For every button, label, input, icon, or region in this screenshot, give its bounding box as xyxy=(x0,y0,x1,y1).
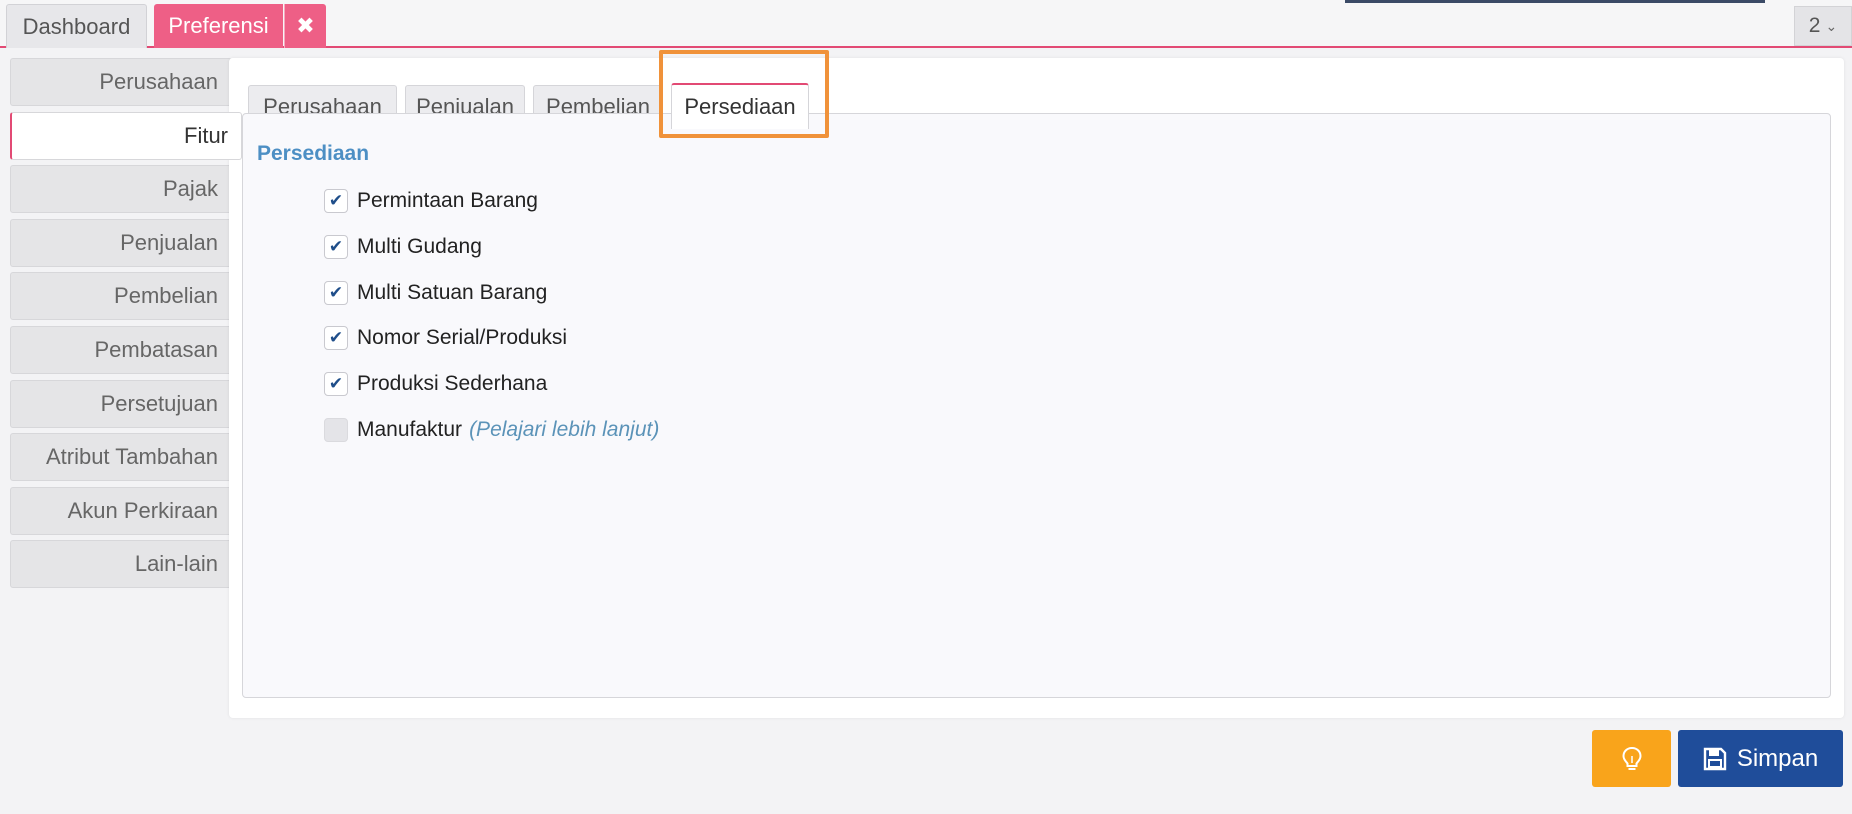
option-label: Permintaan Barang xyxy=(357,189,538,212)
sidebar-item-akun-perkiraan[interactable]: Akun Perkiraan xyxy=(10,486,232,535)
hint-button[interactable] xyxy=(1592,730,1671,787)
open-tabs-dropdown[interactable]: 2 ⌄ xyxy=(1794,6,1852,46)
persediaan-content: Persediaan ✔ Permintaan Barang ✔ Multi G… xyxy=(242,113,1831,698)
sidebar-item-persetujuan[interactable]: Persetujuan xyxy=(10,379,232,428)
sidebar-item-penjualan[interactable]: Penjualan xyxy=(10,218,232,267)
option-manufaktur[interactable]: Manufaktur (Pelajari lebih lanjut) xyxy=(324,415,659,445)
top-tab-bar: Dashboard Preferensi ✖ 2 ⌄ xyxy=(0,0,1852,48)
option-label: Multi Satuan Barang xyxy=(357,281,548,304)
chevron-down-icon: ⌄ xyxy=(1825,17,1838,34)
learn-more-link[interactable]: (Pelajari lebih lanjut) xyxy=(469,418,659,442)
checkbox-nomor-serial-produksi[interactable]: ✔ xyxy=(324,326,348,350)
preferences-sidebar: Perusahaan Fitur Pajak Penjualan Pembeli… xyxy=(10,58,242,594)
checkbox-multi-satuan-barang[interactable]: ✔ xyxy=(324,281,348,305)
sidebar-item-fitur[interactable]: Fitur xyxy=(10,111,242,160)
checkbox-multi-gudang[interactable]: ✔ xyxy=(324,235,348,259)
save-button[interactable]: Simpan xyxy=(1678,730,1843,787)
checkbox-manufaktur[interactable] xyxy=(324,418,348,442)
lightbulb-icon xyxy=(1621,746,1642,770)
floppy-disk-icon xyxy=(1703,747,1727,770)
option-nomor-serial-produksi[interactable]: ✔ Nomor Serial/Produksi xyxy=(324,323,567,353)
option-produksi-sederhana[interactable]: ✔ Produksi Sederhana xyxy=(324,369,547,399)
sidebar-item-atribut-tambahan[interactable]: Atribut Tambahan xyxy=(10,433,232,482)
option-label: Manufaktur xyxy=(357,418,463,441)
tab-dashboard[interactable]: Dashboard xyxy=(6,4,147,48)
option-label: Nomor Serial/Produksi xyxy=(357,326,568,349)
save-label: Simpan xyxy=(1736,744,1819,772)
sidebar-item-pembatasan[interactable]: Pembatasan xyxy=(10,325,232,374)
features-panel: Perusahaan Penjualan Pembelian Persediaa… xyxy=(229,58,1844,718)
sidebar-item-lain-lain[interactable]: Lain-lain xyxy=(10,540,232,589)
option-multi-gudang[interactable]: ✔ Multi Gudang xyxy=(324,232,482,262)
sidebar-item-perusahaan[interactable]: Perusahaan xyxy=(10,58,232,106)
option-multi-satuan-barang[interactable]: ✔ Multi Satuan Barang xyxy=(324,278,547,308)
topbar-accent-line xyxy=(1345,0,1765,3)
checkbox-permintaan-barang[interactable]: ✔ xyxy=(324,189,348,213)
checkbox-produksi-sederhana[interactable]: ✔ xyxy=(324,372,348,396)
highlight-box xyxy=(659,50,829,138)
sidebar-item-pajak[interactable]: Pajak xyxy=(10,165,232,214)
option-label: Produksi Sederhana xyxy=(357,372,548,395)
open-tabs-count: 2 xyxy=(1808,14,1821,37)
option-label: Multi Gudang xyxy=(357,235,482,258)
option-permintaan-barang[interactable]: ✔ Permintaan Barang xyxy=(324,186,538,216)
tab-preferensi[interactable]: Preferensi xyxy=(154,4,283,48)
sidebar-item-pembelian[interactable]: Pembelian xyxy=(10,272,232,321)
section-title: Persediaan xyxy=(257,142,370,165)
close-tab-icon[interactable]: ✖ xyxy=(284,4,326,48)
